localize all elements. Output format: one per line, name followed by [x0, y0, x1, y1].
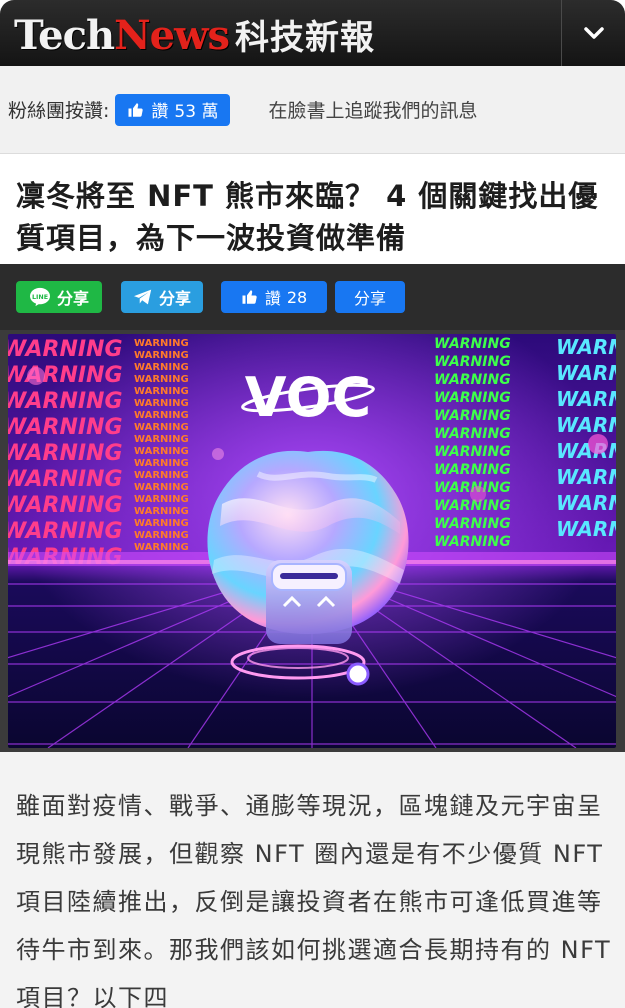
svg-text:WARN: WARN	[556, 413, 616, 437]
svg-text:WARNING: WARNING	[434, 426, 511, 442]
robot-figure	[266, 560, 352, 644]
logo-news-text: News	[114, 11, 230, 59]
telegram-icon	[133, 289, 152, 305]
site-logo[interactable]: Tech News 科技新報	[14, 10, 375, 59]
svg-text:LINE: LINE	[32, 294, 48, 301]
hero-image: WARNINGWARNINGWARNING WARNINGWARNINGWARN…	[8, 334, 616, 748]
svg-text:WARNING: WARNING	[134, 422, 189, 433]
voc-logo: VOC	[241, 366, 375, 429]
svg-text:WARNING: WARNING	[134, 350, 189, 361]
svg-text:WARNING: WARNING	[134, 470, 189, 481]
svg-text:WARNING: WARNING	[134, 542, 189, 553]
svg-text:WARNING: WARNING	[434, 354, 511, 370]
svg-text:WARNING: WARNING	[134, 482, 189, 493]
line-icon: LINE	[29, 287, 50, 307]
svg-text:WARN: WARN	[556, 517, 616, 541]
fan-page-label: 粉絲團按讚:	[8, 100, 110, 122]
svg-text:WARNING: WARNING	[8, 519, 123, 544]
svg-text:WARNING: WARNING	[8, 441, 123, 466]
logo-chinese-text: 科技新報	[235, 17, 376, 58]
svg-text:WARNING: WARNING	[8, 493, 123, 518]
warning-column-orange: WARNINGWARNINGWARNING WARNINGWARNINGWARN…	[134, 338, 189, 553]
svg-text:WARNING: WARNING	[134, 374, 189, 385]
svg-text:WARNING: WARNING	[434, 462, 511, 478]
article-title: 凜冬將至 NFT 熊市來臨？ 4 個關鍵找出優質項目，為下一波投資做準備	[16, 179, 599, 255]
svg-text:WARNING: WARNING	[134, 434, 189, 445]
svg-text:WARNING: WARNING	[8, 363, 123, 388]
fan-page-like-button[interactable]: 讚 53 萬	[115, 93, 231, 126]
fan-page-bar: 粉絲團按讚: 讚 53 萬 在臉書上追蹤我們的訊息	[0, 66, 625, 154]
svg-text:WARNING: WARNING	[134, 362, 189, 373]
facebook-like-count: 28	[286, 287, 308, 307]
menu-toggle-button[interactable]	[561, 0, 625, 66]
svg-text:WARNING: WARNING	[134, 338, 189, 349]
warning-column-left: WARNINGWARNINGWARNING WARNINGWARNINGWARN…	[8, 337, 123, 570]
svg-text:WARNING: WARNING	[134, 506, 189, 517]
line-share-button[interactable]: LINE 分享	[16, 281, 102, 313]
svg-text:WARNING: WARNING	[434, 336, 511, 352]
svg-text:WARN: WARN	[556, 361, 616, 385]
svg-text:WARNING: WARNING	[434, 408, 511, 424]
svg-text:WARNING: WARNING	[134, 494, 189, 505]
svg-text:WARNING: WARNING	[134, 398, 189, 409]
hero-image-frame: WARNING WARNING WARNING WARNING WARNING WARN…	[0, 330, 625, 752]
svg-text:WARNING: WARNING	[134, 410, 189, 421]
fan-like-label: 讚	[151, 102, 169, 122]
fan-like-count: 53 萬	[174, 102, 219, 122]
svg-text:WARNING: WARNING	[8, 415, 123, 440]
facebook-like-button[interactable]: 讚 28	[221, 281, 327, 313]
article-body-text: 雖面對疫情、戰爭、通膨等現況，區塊鏈及元宇宙呈現熊市發展，但觀察 NFT 圈內還…	[16, 792, 612, 1008]
facebook-like-label: 讚	[264, 289, 281, 308]
svg-text:WARNING: WARNING	[8, 389, 123, 414]
svg-text:WARN: WARN	[556, 465, 616, 489]
svg-text:WARNING: WARNING	[434, 390, 511, 406]
article-body-area: 雖面對疫情、戰爭、通膨等現況，區塊鏈及元宇宙呈現熊市發展，但觀察 NFT 圈內還…	[0, 752, 625, 1008]
svg-text:WARN: WARN	[556, 491, 616, 515]
svg-text:WARN: WARN	[556, 335, 616, 359]
svg-text:WARNING: WARNING	[434, 534, 511, 550]
chevron-down-icon	[583, 27, 604, 39]
svg-text:WARNING: WARNING	[134, 386, 189, 397]
site-header: Tech News 科技新報	[0, 0, 625, 66]
svg-text:WARNING: WARNING	[134, 518, 189, 529]
telegram-share-label: 分享	[158, 289, 191, 308]
thumbs-up-icon	[242, 290, 257, 304]
svg-text:WARNING: WARNING	[434, 516, 511, 532]
logo-tech-text: Tech	[14, 11, 115, 59]
svg-text:WARNING: WARNING	[8, 337, 123, 362]
follow-on-facebook-text: 在臉書上追蹤我們的訊息	[268, 100, 478, 122]
svg-text:WARNING: WARNING	[134, 530, 189, 541]
telegram-share-button[interactable]: 分享	[121, 281, 203, 313]
facebook-share-button[interactable]: 分享	[335, 281, 405, 313]
svg-text:WARNING: WARNING	[8, 467, 123, 492]
article-title-area: 凜冬將至 NFT 熊市來臨？ 4 個關鍵找出優質項目，為下一波投資做準備	[0, 155, 625, 265]
svg-text:WARN: WARN	[556, 387, 616, 411]
svg-text:WARNING: WARNING	[434, 372, 511, 388]
svg-text:WARNING: WARNING	[134, 458, 189, 469]
svg-text:WARNING: WARNING	[434, 498, 511, 514]
svg-text:WARNING: WARNING	[134, 446, 189, 457]
svg-text:WARNING: WARNING	[434, 444, 511, 460]
line-share-label: 分享	[56, 289, 89, 308]
share-bar: LINE 分享 分享 讚 28 分享	[0, 264, 625, 330]
thumbs-up-icon	[128, 102, 144, 117]
